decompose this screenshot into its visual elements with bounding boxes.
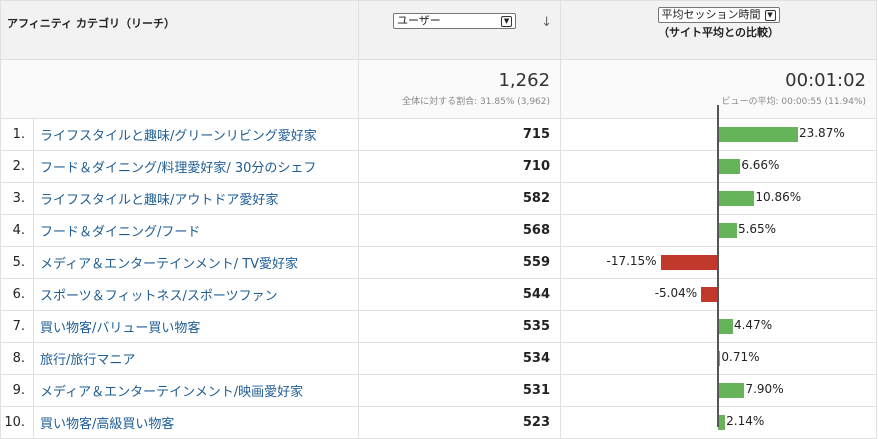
metric-total: 00:01:02	[785, 70, 867, 91]
report-table: アフィニティ カテゴリ（リーチ） ユーザー ▼ ↓ 平均セッション時間 ▼ （サイ…	[0, 0, 878, 439]
users-value: 544	[358, 278, 562, 311]
table-header: アフィニティ カテゴリ（リーチ） ユーザー ▼ ↓ 平均セッション時間 ▼ （サイ…	[0, 0, 878, 60]
compare-percent: 0.71%	[721, 350, 760, 364]
negative-bar	[701, 287, 718, 302]
metric-header: 平均セッション時間 ▼ （サイト平均との比較）	[560, 0, 878, 60]
table-row: 5. メディア＆エンターテインメント/ TV愛好家 559 -17.15%	[0, 246, 878, 279]
compare-percent: -5.04%	[654, 286, 698, 300]
positive-bar	[718, 191, 755, 206]
users-metric-select[interactable]: ユーザー ▼	[393, 13, 517, 29]
users-value: 582	[358, 182, 562, 215]
users-value: 523	[358, 406, 562, 439]
users-total-note: 全体に対する割合: 31.85% (3,962)	[402, 97, 551, 107]
compare-percent: 6.66%	[741, 158, 780, 172]
down-arrow-icon[interactable]: ↓	[541, 15, 552, 30]
positive-bar	[718, 223, 737, 238]
totals-row: 1,262 全体に対する割合: 31.85% (3,962) 00:01:02 …	[0, 59, 878, 119]
compare-percent: 5.65%	[737, 222, 777, 236]
row-index: 6.	[0, 278, 34, 311]
compare-percent: -17.15%	[606, 254, 657, 268]
users-value: 710	[358, 150, 562, 183]
category-link[interactable]: ライフスタイルと趣味/アウトドア愛好家	[32, 182, 360, 215]
users-value: 531	[358, 374, 562, 407]
compare-percent: 2.14%	[726, 414, 765, 428]
table-row: 3. ライフスタイルと趣味/アウトドア愛好家 582 10.86%	[0, 182, 878, 215]
users-value: 534	[358, 342, 562, 375]
table-row: 6. スポーツ＆フィットネス/スポーツファン 544 -5.04%	[0, 278, 878, 311]
users-value: 568	[358, 214, 562, 247]
table-body: 1. ライフスタイルと趣味/グリーンリビング愛好家 715 23.87% 2. フード＆ダ…	[0, 118, 878, 439]
row-index: 1.	[0, 118, 34, 151]
users-value: 535	[358, 310, 562, 343]
category-link[interactable]: メディア＆エンターテインメント/映画愛好家	[32, 374, 360, 407]
table-row: 10. 買い物客/高級買い物客 523 2.14%	[0, 406, 878, 439]
row-index: 4.	[0, 214, 34, 247]
compare-note: （サイト平均との比較）	[658, 26, 779, 39]
table-row: 1. ライフスタイルと趣味/グリーンリビング愛好家 715 23.87%	[0, 118, 878, 151]
compare-percent: 4.47%	[733, 318, 773, 332]
positive-bar	[718, 383, 745, 398]
row-index: 8.	[0, 342, 34, 375]
users-value: 715	[358, 118, 562, 151]
users-header: ユーザー ▼ ↓	[358, 0, 562, 60]
row-index: 2.	[0, 150, 34, 183]
table-row: 7. 買い物客/バリュー買い物客 535 4.47%	[0, 310, 878, 343]
table-row: 9. メディア＆エンターテインメント/映画愛好家 531 7.90%	[0, 374, 878, 407]
row-index: 3.	[0, 182, 34, 215]
category-link[interactable]: フード＆ダイニング/フード	[32, 214, 360, 247]
table-row: 2. フード＆ダイニング/料理愛好家/ 30分のシェフ 710 6.66%	[0, 150, 878, 183]
users-total: 1,262	[498, 70, 551, 91]
category-link[interactable]: 旅行/旅行マニア	[32, 342, 360, 375]
compare-percent: 10.86%	[755, 190, 802, 204]
category-link[interactable]: フード＆ダイニング/料理愛好家/ 30分のシェフ	[32, 150, 360, 183]
zero-axis	[717, 105, 719, 427]
metric-total-note: ビューの平均: 00:00:55 (11.94%)	[721, 97, 867, 107]
table-row: 8. 旅行/旅行マニア 534 0.71%	[0, 342, 878, 375]
table-row: 4. フード＆ダイニング/フード 568 5.65%	[0, 214, 878, 247]
negative-bar	[660, 255, 718, 270]
category-link[interactable]: 買い物客/高級買い物客	[32, 406, 360, 439]
positive-bar	[718, 159, 741, 174]
category-link[interactable]: ライフスタイルと趣味/グリーンリビング愛好家	[32, 118, 360, 151]
positive-bar	[718, 319, 733, 334]
row-index: 9.	[0, 374, 34, 407]
compare-metric-select[interactable]: 平均セッション時間 ▼	[657, 7, 780, 23]
row-index: 5.	[0, 246, 34, 279]
chevron-down-icon: ▼	[764, 9, 776, 21]
category-link[interactable]: 買い物客/バリュー買い物客	[32, 310, 360, 343]
dimension-header: アフィニティ カテゴリ（リーチ）	[0, 0, 360, 60]
compare-percent: 23.87%	[798, 126, 845, 140]
chevron-down-icon: ▼	[501, 16, 513, 27]
row-index: 10.	[0, 406, 34, 439]
positive-bar	[718, 127, 798, 142]
compare-percent: 7.90%	[745, 382, 784, 396]
category-link[interactable]: メディア＆エンターテインメント/ TV愛好家	[32, 246, 360, 279]
users-value: 559	[358, 246, 562, 279]
row-index: 7.	[0, 310, 34, 343]
positive-bar	[718, 415, 726, 430]
category-link[interactable]: スポーツ＆フィットネス/スポーツファン	[32, 278, 360, 311]
